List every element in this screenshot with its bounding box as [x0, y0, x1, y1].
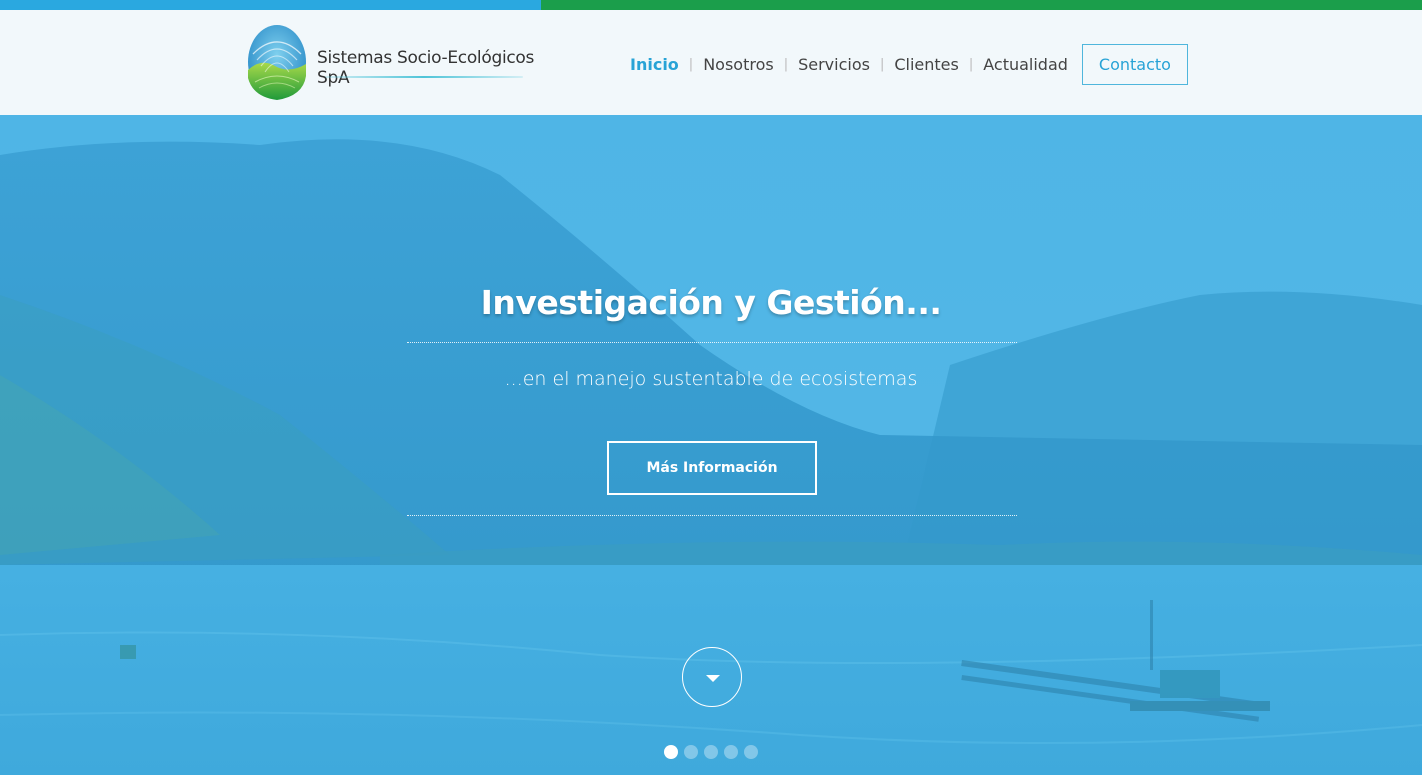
hero-slider: Investigación y Gestión... ...en el mane… — [0, 115, 1422, 775]
hero-subtitle: ...en el manejo sustentable de ecosistem… — [504, 368, 918, 390]
nav-item-inicio[interactable]: Inicio — [620, 55, 689, 74]
nav-item-nosotros[interactable]: Nosotros — [693, 55, 784, 74]
slide-dot-4[interactable] — [724, 745, 738, 759]
top-bar-green — [541, 0, 1422, 10]
chevron-down-icon — [706, 675, 720, 682]
scroll-down-button[interactable] — [682, 647, 742, 707]
hero-title: Investigación y Gestión... — [480, 283, 942, 322]
slide-dot-2[interactable] — [684, 745, 698, 759]
nav-item-actualidad[interactable]: Actualidad — [973, 55, 1078, 74]
brand-logo[interactable]: Sistemas Socio-Ecológicos SpA — [245, 24, 545, 104]
contact-button[interactable]: Contacto — [1081, 43, 1188, 85]
hero-divider-top — [407, 342, 1017, 343]
slide-dot-5[interactable] — [744, 745, 758, 759]
fingerprint-globe-icon — [248, 25, 306, 100]
main-nav: Inicio | Nosotros | Servicios | Clientes… — [620, 43, 1188, 85]
slider-pagination — [664, 745, 758, 759]
brand-underline — [325, 76, 523, 78]
top-color-bar — [0, 0, 1422, 10]
hero-divider-bottom — [407, 515, 1017, 516]
nav-item-servicios[interactable]: Servicios — [788, 55, 880, 74]
nav-item-clientes[interactable]: Clientes — [884, 55, 969, 74]
top-bar-blue — [0, 0, 541, 10]
more-info-button[interactable]: Más Información — [607, 441, 817, 495]
site-header: Sistemas Socio-Ecológicos SpA Inicio | N… — [0, 10, 1422, 115]
slide-dot-3[interactable] — [704, 745, 718, 759]
brand-name: Sistemas Socio-Ecológicos SpA — [317, 48, 535, 88]
slide-dot-1[interactable] — [664, 745, 678, 759]
